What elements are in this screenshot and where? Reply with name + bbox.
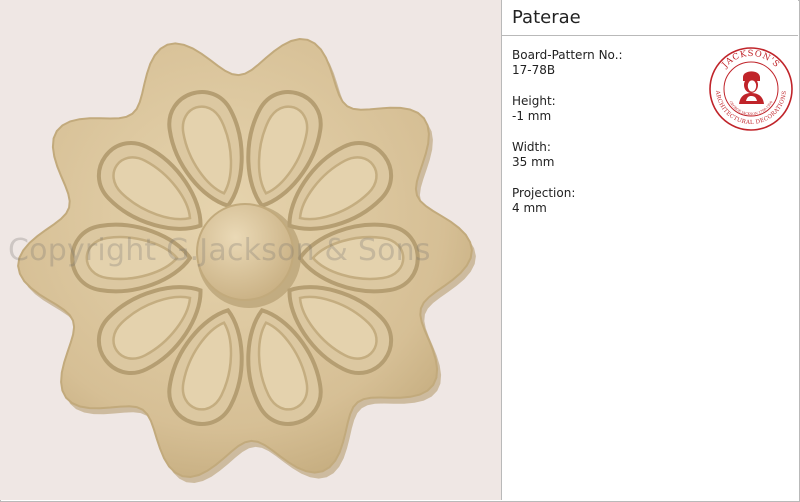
- field-value: -1 mm: [512, 109, 552, 123]
- paterae-image: [17, 37, 476, 483]
- jacksons-seal-icon: JACKSON'S ARCHITECTURAL DECORATIONS GEOR…: [709, 47, 793, 131]
- field-label: Width:: [512, 140, 551, 154]
- field-label: Height:: [512, 94, 556, 108]
- page-title: Paterae: [512, 7, 581, 28]
- field-height: Height: -1 mm: [512, 94, 623, 124]
- title-bar: Paterae: [502, 0, 798, 36]
- jacksons-logo: JACKSON'S ARCHITECTURAL DECORATIONS GEOR…: [708, 46, 794, 132]
- product-image-pane: Copyright G.Jackson & Sons: [0, 0, 502, 500]
- field-value: 35 mm: [512, 155, 555, 169]
- spec-list: Board-Pattern No.: 17-78B Height: -1 mm …: [512, 48, 623, 232]
- field-label: Projection:: [512, 186, 576, 200]
- details-panel: Paterae Board-Pattern No.: 17-78B Height…: [502, 0, 798, 500]
- field-width: Width: 35 mm: [512, 140, 623, 170]
- field-projection: Projection: 4 mm: [512, 186, 623, 216]
- field-board-pattern: Board-Pattern No.: 17-78B: [512, 48, 623, 78]
- field-value: 17-78B: [512, 63, 556, 77]
- field-value: 4 mm: [512, 201, 547, 215]
- field-label: Board-Pattern No.:: [512, 48, 623, 62]
